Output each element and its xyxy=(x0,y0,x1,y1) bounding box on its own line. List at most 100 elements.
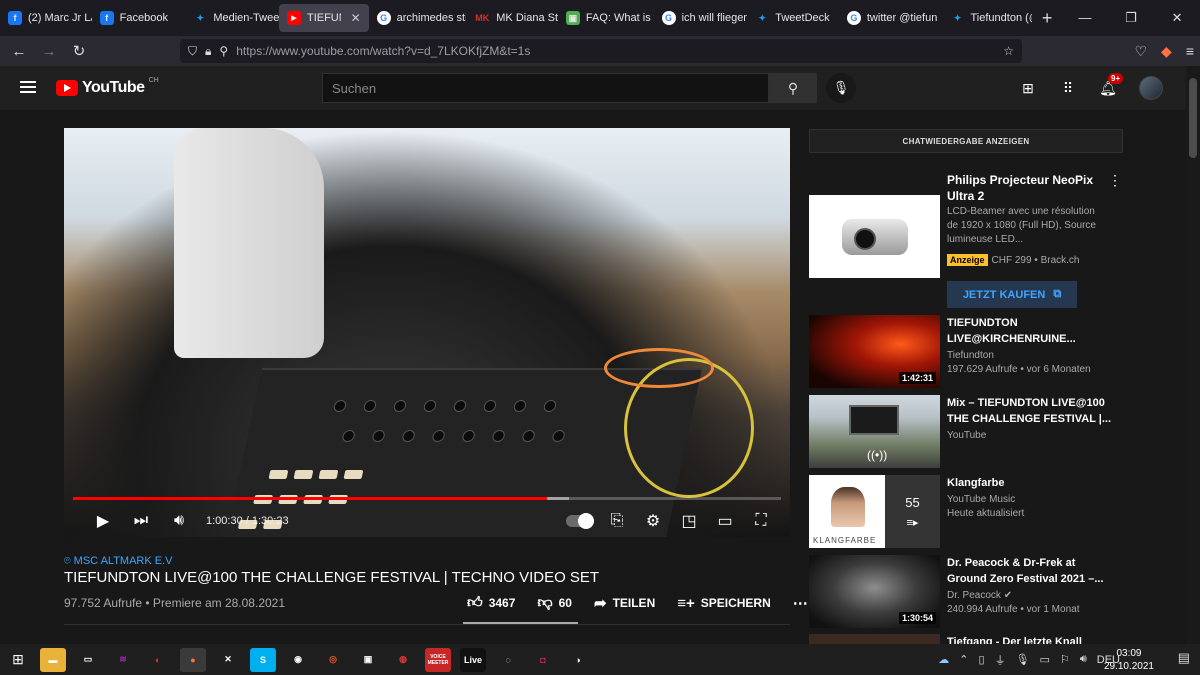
new-tab-icon[interactable]: + xyxy=(1032,8,1062,29)
minimize-icon[interactable]: — xyxy=(1062,10,1108,26)
miniplayer-icon[interactable]: ◳ xyxy=(678,511,700,531)
channel-name[interactable]: YouTube xyxy=(947,429,986,443)
usb-icon[interactable]: ⏚ xyxy=(995,652,1006,668)
video-title-link[interactable]: Tiefgang - Der letzte Knall xyxy=(947,634,1117,644)
skype-icon[interactable]: S xyxy=(250,647,276,672)
page-scrollbar[interactable] xyxy=(1186,66,1200,644)
mix-thumbnail[interactable]: ((•)) xyxy=(809,395,940,468)
obs-icon[interactable]: ◌ xyxy=(495,648,521,672)
autoplay-toggle[interactable] xyxy=(566,512,594,529)
volume-icon[interactable]: 🔊︎ xyxy=(160,512,198,530)
url-bar[interactable]: ⛉ 🔒︎ ⚲ https://www.youtube.com/watch?v=d… xyxy=(180,39,1022,63)
app-pink-icon[interactable]: ◘ xyxy=(530,648,556,672)
buy-now-button[interactable]: JETZT KAUFEN ⧉ xyxy=(947,281,1077,308)
voicemeeter-icon[interactable]: VOICE MEETER xyxy=(425,647,451,672)
browser-tab[interactable]: MK MK Diana Stac xyxy=(466,0,558,36)
reload-icon[interactable]: ↻ xyxy=(64,42,94,60)
save-button[interactable]: ≡+ SPEICHERN xyxy=(677,595,771,612)
shield-icon[interactable]: ⛉ xyxy=(188,44,197,59)
app-x-icon[interactable]: ✕ xyxy=(215,648,241,672)
restore-icon[interactable]: ❐ xyxy=(1108,10,1154,26)
lock-icon[interactable]: 🔒︎ xyxy=(205,44,211,59)
app-purple-icon[interactable]: ≋ xyxy=(110,648,136,672)
taskbar-clock[interactable]: 03:09 29.10.2021 xyxy=(1104,647,1154,673)
video-player[interactable]: ▶ ⏭︎ 🔊︎ 1:00:30 / 1:30:23 ⎘ ⚙ ◳ ▭ ⛶ xyxy=(64,128,790,537)
tray-device-icon[interactable]: ▯ xyxy=(979,653,985,666)
browser-tab[interactable]: ✦ Medien-Tweet xyxy=(185,0,279,36)
play-icon[interactable]: ▶ xyxy=(84,511,122,531)
browser-tab[interactable]: ▣ FAQ: What is th xyxy=(558,0,654,36)
video-title-link[interactable]: Mix – TIEFUNDTON LIVE@100 THE CHALLENGE … xyxy=(947,395,1117,427)
network-icon[interactable]: ⚐ xyxy=(1060,653,1070,666)
forward-icon[interactable]: → xyxy=(34,43,64,60)
like-button[interactable]: 👍︎ 3467 xyxy=(467,594,515,612)
pocket-icon[interactable]: ♡ xyxy=(1134,43,1147,60)
close-window-icon[interactable]: ✕ xyxy=(1154,10,1200,26)
microphone-icon[interactable]: 🎙︎ xyxy=(1016,653,1030,666)
display-icon[interactable]: ▭ xyxy=(75,648,101,672)
video-thumbnail[interactable]: 1:42:31 xyxy=(809,315,940,388)
browser-tab-active[interactable]: ▶ TIEFUNDTON ✕ xyxy=(278,4,369,32)
app-window-icon[interactable]: ▣ xyxy=(355,648,381,672)
channel-name[interactable]: Dr. Peacock ✔ xyxy=(947,589,1012,603)
youtube-logo[interactable]: YouTube CH xyxy=(56,77,159,97)
ad-title[interactable]: Philips Projecteur NeoPix Ultra 2 xyxy=(947,172,1107,204)
video-thumbnail[interactable]: 1:30:54 xyxy=(809,555,940,628)
browser-tab[interactable]: G archimedes sti xyxy=(369,0,466,36)
apps-grid-icon[interactable]: ⠿ xyxy=(1058,78,1078,98)
voice-search-icon[interactable]: 🎙︎ xyxy=(826,73,856,103)
video-title-link[interactable]: Klangfarbe xyxy=(947,475,1117,491)
fullscreen-icon[interactable]: ⛶ xyxy=(750,512,772,530)
app-red-circle-icon[interactable]: ◐ xyxy=(145,648,171,672)
hamburger-menu-icon[interactable] xyxy=(20,81,36,93)
tray-chevron-icon[interactable]: ⌃ xyxy=(959,653,968,666)
ad-thumbnail[interactable] xyxy=(809,195,940,278)
firefox-icon[interactable]: ● xyxy=(180,647,206,672)
video-thumbnail[interactable] xyxy=(809,634,940,644)
speaker-icon[interactable]: 🔊︎ xyxy=(1080,653,1087,666)
extension-icon[interactable]: ◆ xyxy=(1161,43,1172,60)
back-icon[interactable]: ← xyxy=(4,43,34,60)
share-button[interactable]: ➦ TEILEN xyxy=(594,594,655,612)
more-vertical-icon[interactable]: ⋮ xyxy=(1108,172,1122,189)
create-video-icon[interactable]: ⊞ xyxy=(1018,78,1038,98)
more-actions-button[interactable]: ⋯ xyxy=(793,594,808,612)
channel-name[interactable]: Tiefundton xyxy=(947,349,994,363)
search-input[interactable]: Suchen xyxy=(322,73,769,103)
avatar[interactable] xyxy=(1139,76,1163,100)
channel-name[interactable]: YouTube Music xyxy=(947,493,1015,507)
permissions-icon[interactable]: ⚲ xyxy=(219,44,228,58)
app-record-icon[interactable]: ◍ xyxy=(390,648,416,672)
dislike-button[interactable]: 👎︎ 60 xyxy=(537,594,572,612)
video-progress-bar[interactable] xyxy=(73,497,781,500)
subtitles-icon[interactable]: ⎘ xyxy=(606,512,628,530)
scrollbar-thumb[interactable] xyxy=(1189,78,1197,158)
menu-icon[interactable]: ≡ xyxy=(1186,43,1194,59)
ableton-live-icon[interactable]: Live xyxy=(460,647,486,672)
video-title-link[interactable]: TIEFUNDTON LIVE@KIRCHENRUINE... xyxy=(947,315,1117,347)
search-button[interactable]: ⚲ xyxy=(769,73,817,103)
bookmark-star-icon[interactable]: ☆ xyxy=(1003,44,1014,58)
ubuntu-icon[interactable]: ◎ xyxy=(320,648,346,672)
notification-center-icon[interactable]: ▤ xyxy=(1178,650,1190,666)
settings-gear-icon[interactable]: ⚙ xyxy=(642,511,664,531)
windows-start-icon[interactable]: ⊞ xyxy=(0,651,36,668)
next-icon[interactable]: ⏭︎ xyxy=(122,512,160,530)
browser-tab[interactable]: G twitter @tiefun xyxy=(839,0,943,36)
close-icon[interactable]: ✕ xyxy=(351,11,361,25)
browser-tab[interactable]: G ich will fliegen xyxy=(654,0,747,36)
browser-tab[interactable]: ✦ TweetDeck xyxy=(747,0,839,36)
video-title-link[interactable]: Dr. Peacock & Dr-Frek at Ground Zero Fes… xyxy=(947,555,1117,587)
theater-mode-icon[interactable]: ▭ xyxy=(714,511,736,531)
video-location-link[interactable]: ⌾ MSC ALTMARK E.V xyxy=(64,555,173,568)
app-satellite-icon[interactable]: ◑ xyxy=(565,648,591,672)
browser-tab[interactable]: ✦ Tiefundton (@ xyxy=(942,0,1032,36)
file-explorer-icon[interactable]: ▬ xyxy=(40,647,66,672)
app-circle-icon[interactable]: ◉ xyxy=(285,648,311,672)
browser-tab[interactable]: f (2) Marc Jr LAN xyxy=(0,0,92,36)
battery-icon[interactable]: ▭ xyxy=(1040,653,1050,666)
onedrive-cloud-icon[interactable]: ☁ xyxy=(938,653,949,666)
notifications-bell-icon[interactable]: 🔔︎ 9+ xyxy=(1098,73,1124,98)
browser-tab[interactable]: f Facebook xyxy=(92,0,186,36)
show-chat-replay-button[interactable]: CHATWIEDERGABE ANZEIGEN xyxy=(809,129,1123,153)
